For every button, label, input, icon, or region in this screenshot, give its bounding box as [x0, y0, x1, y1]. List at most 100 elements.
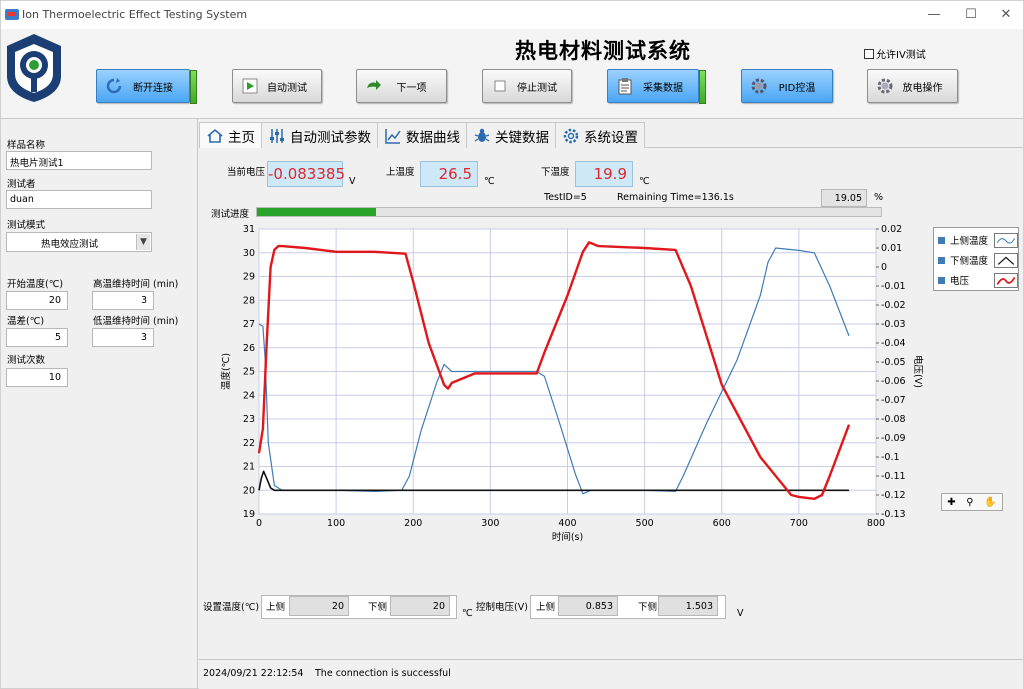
app-window: Ion Thermoelectric Effect Testing System…	[0, 0, 1024, 689]
clipboard-icon	[614, 75, 636, 97]
bug-icon	[474, 128, 490, 142]
chart-legend: 上侧温度 下侧温度 电压	[933, 227, 1019, 291]
x-tick-label: 200	[404, 518, 422, 529]
test-mode-select[interactable]: 热电效应测试 ▼	[6, 232, 152, 252]
tab-auto-params[interactable]: 自动测试参数	[261, 122, 378, 148]
pan-hand-icon[interactable]: ✋	[984, 497, 996, 508]
x-tick-label: 700	[790, 518, 808, 529]
ctrl-voltage-unit: V	[737, 608, 744, 619]
ctrl-upper-value: 0.853	[558, 596, 618, 616]
y-tick-label: 29	[243, 272, 255, 283]
connection-indicator	[190, 70, 197, 104]
legend-swatch-voltage[interactable]	[994, 272, 1018, 288]
sample-name-label: 样品名称	[7, 140, 46, 151]
pid-control-button[interactable]: PID控温	[741, 69, 833, 103]
high-hold-label: 高温维持时间 (min)	[93, 279, 179, 290]
x-tick-label: 600	[713, 518, 731, 529]
legend-swatch-upper[interactable]	[994, 232, 1018, 248]
test-count-field[interactable]: 10	[6, 368, 68, 387]
y2-tick-label: -0.09	[881, 433, 906, 444]
high-hold-field[interactable]: 3	[92, 291, 154, 310]
chevron-down-icon[interactable]: ▼	[136, 234, 150, 250]
voltage-unit: V	[349, 176, 356, 187]
crosshair-icon[interactable]: ✚	[947, 497, 955, 508]
set-lower-value: 20	[390, 596, 450, 616]
legend-item-lower[interactable]: 下侧温度	[938, 251, 1018, 269]
tab-home-label: 主页	[228, 129, 255, 146]
tab-auto-params-label: 自动测试参数	[290, 129, 371, 146]
y-tick-label: 27	[243, 319, 255, 330]
sample-name-field[interactable]: 热电片测试1	[6, 151, 152, 170]
tester-label: 测试者	[7, 179, 36, 190]
legend-marker	[938, 276, 945, 284]
allow-iv-checkbox[interactable]: 允许IV测试	[864, 46, 926, 61]
zoom-icon[interactable]: ⚲	[966, 497, 973, 508]
y2-tick-label: -0.02	[881, 300, 906, 311]
low-hold-field[interactable]: 3	[92, 328, 154, 347]
tester-field[interactable]: duan	[6, 190, 152, 209]
next-item-button[interactable]: 下一项	[356, 69, 447, 103]
y-tick-label: 20	[243, 485, 255, 496]
tab-system-settings[interactable]: 系统设置	[555, 122, 645, 148]
discharge-button[interactable]: 放电操作	[867, 69, 958, 103]
legend-lower-label: 下侧温度	[950, 256, 989, 267]
remaining-time: Remaining Time=136.1s	[617, 192, 734, 203]
y2-tick-label: 0	[881, 262, 887, 273]
legend-item-voltage[interactable]: 电压	[938, 271, 1018, 289]
y2-tick-label: -0.13	[881, 509, 906, 520]
sliders-icon	[270, 128, 284, 143]
disconnect-button[interactable]: 断开连接	[96, 69, 197, 104]
auto-test-label: 自动测试	[267, 82, 307, 94]
y2-tick-label: -0.03	[881, 319, 906, 330]
upper-temp-label: 上温度	[386, 167, 415, 178]
start-temp-label: 开始温度(℃)	[7, 279, 64, 290]
y-tick-label: 26	[243, 343, 255, 354]
disconnect-label: 断开连接	[133, 82, 173, 94]
legend-swatch-lower[interactable]	[994, 252, 1018, 268]
percent-unit: %	[874, 192, 884, 203]
ctrl-lower-value: 1.503	[658, 596, 718, 616]
start-temp-field[interactable]: 20	[6, 291, 68, 310]
tab-data-curve[interactable]: 数据曲线	[377, 122, 467, 148]
close-icon[interactable]: ✕	[994, 5, 1018, 25]
line-chart-icon	[385, 128, 401, 144]
y2-tick-label: -0.08	[881, 414, 906, 425]
progress-percent: 19.05	[821, 189, 867, 207]
tab-bar: 主页 自动测试参数 数据曲线 关键数据 系统设置	[199, 122, 1023, 148]
x-tick-label: 500	[636, 518, 654, 529]
lower-temp-label: 下温度	[541, 167, 570, 178]
stop-test-button[interactable]: 停止测试	[482, 69, 572, 103]
tab-data-curve-label: 数据曲线	[406, 129, 460, 146]
y2-tick-label: -0.07	[881, 395, 906, 406]
temp-diff-field[interactable]: 5	[6, 328, 68, 347]
tab-home[interactable]: 主页	[199, 122, 262, 148]
next-arrow-icon	[363, 75, 385, 97]
auto-test-button[interactable]: 自动测试	[232, 69, 322, 103]
ctrl-voltage-label: 控制电压(V)	[476, 602, 528, 613]
toolbar-header: 热电材料测试系统 允许IV测试 断开连接 自动测试 下一项 停止测试 采集数据 …	[1, 29, 1023, 119]
upper-temp-unit: ℃	[484, 176, 495, 187]
ctrl-lower-label: 下侧	[638, 602, 658, 613]
legend-upper-label: 上侧温度	[950, 236, 989, 247]
tab-key-data[interactable]: 关键数据	[466, 122, 556, 148]
y-tick-label: 25	[243, 367, 255, 378]
main-area: 主页 自动测试参数 数据曲线 关键数据 系统设置 当前电压 -0.083385 …	[199, 119, 1023, 689]
set-upper-label: 上侧	[266, 602, 286, 613]
refresh-icon	[103, 75, 125, 97]
minimize-icon[interactable]: —	[922, 5, 946, 25]
legend-item-upper[interactable]: 上侧温度	[938, 231, 1018, 249]
temperature-voltage-chart: 0 100 200 300 400 500 600 700 800192021222324252…	[220, 224, 924, 543]
progress-label: 测试进度	[211, 209, 250, 220]
maximize-icon[interactable]: ☐	[959, 5, 983, 25]
status-message: The connection is successful	[315, 668, 451, 679]
test-id: TestID=5	[544, 192, 587, 203]
y2-tick-label: -0.01	[881, 281, 906, 292]
checkbox-box[interactable]	[864, 48, 874, 59]
status-timestamp: 2024/09/21 22:12:54	[203, 668, 304, 679]
y2-tick-label: -0.06	[881, 376, 906, 387]
y-tick-label: 24	[243, 390, 255, 401]
collect-data-button[interactable]: 采集数据	[607, 69, 706, 104]
legend-voltage-label: 电压	[950, 276, 970, 287]
y2-tick-label: 0.01	[881, 243, 902, 254]
y-tick-label: 30	[243, 248, 255, 259]
